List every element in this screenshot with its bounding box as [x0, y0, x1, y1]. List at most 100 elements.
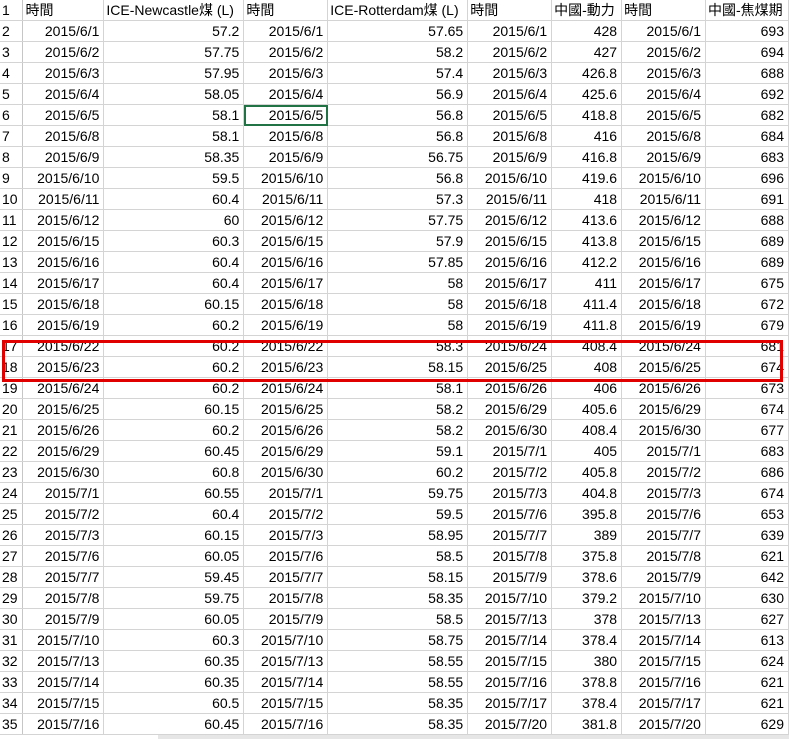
table-cell[interactable]: 378 — [551, 608, 623, 631]
table-cell[interactable]: 60.2 — [103, 356, 245, 379]
table-cell[interactable]: 58.95 — [327, 524, 469, 547]
table-cell[interactable]: 689 — [705, 230, 789, 253]
table-cell[interactable]: 2015/7/1 — [22, 482, 105, 505]
table-cell[interactable]: 378.6 — [551, 566, 623, 589]
row-number[interactable]: 16 — [0, 314, 24, 337]
table-cell[interactable]: 624 — [705, 650, 789, 673]
table-cell[interactable]: 2015/7/10 — [243, 629, 329, 652]
table-cell[interactable]: 2015/6/23 — [243, 356, 329, 379]
table-cell[interactable]: 2015/6/19 — [243, 314, 329, 337]
table-cell[interactable]: 60 — [103, 209, 245, 232]
table-cell[interactable]: 688 — [705, 62, 789, 85]
table-cell[interactable]: 56.8 — [327, 125, 469, 148]
table-cell[interactable]: 693 — [705, 20, 789, 43]
table-cell[interactable]: 58.75 — [327, 629, 469, 652]
table-cell[interactable]: 2015/6/17 — [243, 272, 329, 295]
table-cell[interactable]: 2015/6/17 — [22, 272, 105, 295]
row-number[interactable]: 24 — [0, 482, 24, 505]
table-cell[interactable]: 2015/6/4 — [22, 83, 105, 106]
table-cell[interactable]: 2015/6/12 — [621, 209, 706, 232]
table-cell[interactable]: 411 — [551, 272, 623, 295]
table-cell[interactable]: 2015/7/14 — [22, 671, 105, 694]
table-cell[interactable]: 2015/6/22 — [243, 335, 329, 358]
table-cell[interactable]: 378.4 — [551, 629, 623, 652]
table-cell[interactable]: 60.2 — [103, 314, 245, 337]
table-cell[interactable]: 2015/6/5 — [621, 104, 706, 127]
header-cell[interactable]: ICE-Rotterdam煤 (L) — [327, 0, 469, 22]
table-cell[interactable]: 60.3 — [103, 230, 245, 253]
table-cell[interactable]: 60.55 — [103, 482, 245, 505]
table-cell[interactable]: 2015/6/2 — [621, 41, 706, 64]
table-cell[interactable]: 2015/6/11 — [22, 188, 105, 211]
table-cell[interactable]: 2015/6/30 — [621, 419, 706, 442]
table-cell[interactable]: 2015/6/3 — [243, 62, 329, 85]
table-cell[interactable]: 2015/7/13 — [467, 608, 553, 631]
table-cell[interactable]: 2015/6/1 — [22, 20, 105, 43]
table-cell[interactable]: 2015/6/18 — [22, 293, 105, 316]
table-cell[interactable]: 60.2 — [327, 461, 469, 484]
row-number[interactable]: 7 — [0, 125, 24, 148]
table-cell[interactable]: 673 — [705, 377, 789, 400]
table-cell[interactable]: 408 — [551, 356, 623, 379]
table-cell[interactable]: 418.8 — [551, 104, 623, 127]
table-cell[interactable]: 2015/7/1 — [621, 440, 706, 463]
table-cell[interactable]: 642 — [705, 566, 789, 589]
table-cell[interactable]: 60.4 — [103, 188, 245, 211]
table-cell[interactable]: 2015/6/26 — [243, 419, 329, 442]
table-cell[interactable]: 683 — [705, 146, 789, 169]
row-number[interactable]: 4 — [0, 62, 24, 85]
table-cell[interactable]: 411.8 — [551, 314, 623, 337]
row-number[interactable]: 11 — [0, 209, 24, 232]
table-cell[interactable]: 375.8 — [551, 545, 623, 568]
table-cell[interactable]: 2015/6/18 — [243, 293, 329, 316]
table-cell[interactable]: 2015/6/3 — [467, 62, 553, 85]
header-cell[interactable]: 時間 — [22, 0, 105, 22]
table-cell[interactable]: 627 — [705, 608, 789, 631]
table-cell[interactable]: 2015/6/3 — [621, 62, 706, 85]
table-cell[interactable]: 2015/6/9 — [22, 146, 105, 169]
table-cell[interactable]: 2015/7/3 — [243, 524, 329, 547]
row-number[interactable]: 13 — [0, 251, 24, 274]
table-cell[interactable]: 630 — [705, 587, 789, 610]
row-number[interactable]: 23 — [0, 461, 24, 484]
table-cell[interactable]: 2015/6/2 — [22, 41, 105, 64]
table-cell[interactable]: 2015/6/29 — [467, 398, 553, 421]
table-cell[interactable]: 60.15 — [103, 293, 245, 316]
row-number[interactable]: 15 — [0, 293, 24, 316]
table-cell[interactable]: 2015/6/4 — [243, 83, 329, 106]
table-cell[interactable]: 2015/6/5 — [467, 104, 553, 127]
table-cell[interactable]: 2015/6/11 — [243, 188, 329, 211]
table-cell[interactable]: 395.8 — [551, 503, 623, 526]
table-cell[interactable]: 2015/7/14 — [621, 629, 706, 652]
table-cell[interactable]: 682 — [705, 104, 789, 127]
table-cell[interactable]: 59.75 — [103, 587, 245, 610]
table-cell[interactable]: 2015/6/16 — [243, 251, 329, 274]
table-cell[interactable]: 2015/7/9 — [467, 566, 553, 589]
table-cell[interactable]: 58.3 — [327, 335, 469, 358]
table-cell[interactable]: 2015/7/3 — [467, 482, 553, 505]
table-cell[interactable]: 58.2 — [327, 419, 469, 442]
table-cell[interactable]: 2015/6/26 — [621, 377, 706, 400]
row-number[interactable]: 29 — [0, 587, 24, 610]
table-cell[interactable]: 418 — [551, 188, 623, 211]
table-cell[interactable]: 405.8 — [551, 461, 623, 484]
table-cell[interactable]: 60.4 — [103, 251, 245, 274]
table-cell[interactable]: 2015/7/15 — [467, 650, 553, 673]
table-cell[interactable]: 57.95 — [103, 62, 245, 85]
table-cell[interactable]: 2015/6/16 — [467, 251, 553, 274]
table-cell[interactable]: 2015/7/10 — [467, 587, 553, 610]
table-cell[interactable]: 58 — [327, 272, 469, 295]
table-cell[interactable]: 2015/7/7 — [467, 524, 553, 547]
table-cell[interactable]: 2015/6/12 — [243, 209, 329, 232]
row-number[interactable]: 17 — [0, 335, 24, 358]
table-cell[interactable]: 413.8 — [551, 230, 623, 253]
row-number[interactable]: 22 — [0, 440, 24, 463]
table-cell[interactable]: 380 — [551, 650, 623, 673]
table-cell[interactable]: 2015/6/24 — [467, 335, 553, 358]
table-cell[interactable]: 58.1 — [103, 125, 245, 148]
table-cell[interactable]: 2015/6/15 — [22, 230, 105, 253]
row-number[interactable]: 3 — [0, 41, 24, 64]
table-cell[interactable]: 2015/6/1 — [467, 20, 553, 43]
table-cell[interactable]: 2015/7/9 — [22, 608, 105, 631]
table-cell[interactable]: 2015/6/29 — [621, 398, 706, 421]
